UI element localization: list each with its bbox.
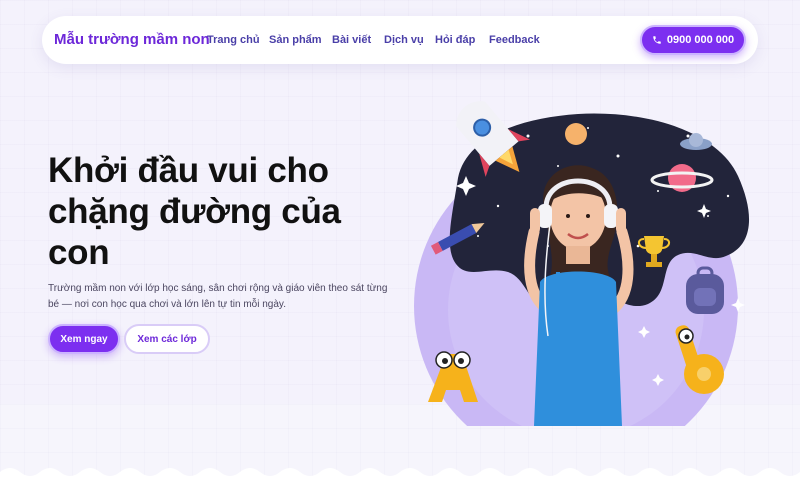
girl-with-headphones — [524, 165, 634, 426]
phone-number: 0900 000 000 — [666, 34, 735, 46]
orange-planet — [565, 123, 587, 145]
wave-divider — [0, 468, 800, 500]
hero-title: Khởi đầu vui cho chặng đường của con — [48, 151, 341, 272]
view-now-button[interactable]: Xem ngay — [48, 324, 120, 354]
phone-icon — [653, 36, 661, 44]
view-classes-button[interactable]: Xem các lớp — [124, 324, 210, 354]
nav-link-faq[interactable]: Hỏi đáp — [435, 34, 475, 46]
brand-logo-text[interactable]: Mẫu trường mầm non — [54, 31, 210, 48]
nav-link-articles[interactable]: Bài viết — [332, 34, 371, 46]
phone-call-button[interactable]: 0900 000 000 — [640, 25, 746, 55]
nav-link-services[interactable]: Dịch vụ — [384, 34, 424, 46]
hero-illustration — [414, 101, 750, 426]
hero-description: Trường mầm non với lớp học sáng, sân chơ… — [48, 283, 388, 310]
nav-link-products[interactable]: Sản phẩm — [269, 34, 322, 46]
top-navbar: Mẫu trường mầm non Trang chủ Sản phẩm Bà… — [42, 16, 758, 64]
nav-link-feedback[interactable]: Feedback — [489, 34, 540, 46]
nav-link-home[interactable]: Trang chủ — [207, 34, 260, 46]
